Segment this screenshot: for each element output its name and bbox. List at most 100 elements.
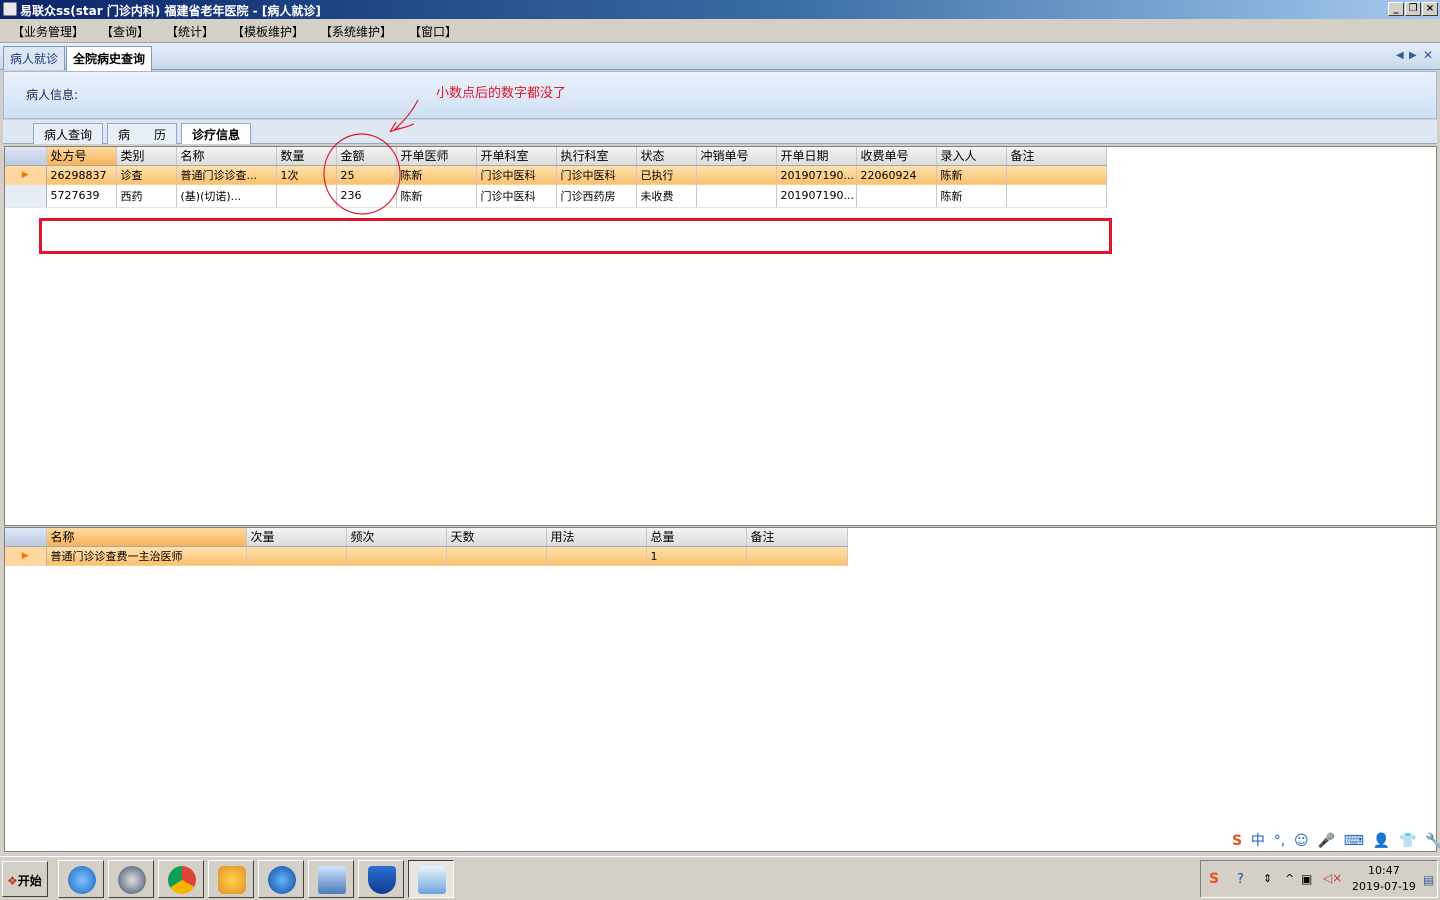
column-header[interactable]: 次量 <box>246 528 347 547</box>
table-cell[interactable] <box>856 185 937 208</box>
table-cell[interactable] <box>246 546 347 566</box>
app-taskbar-button[interactable] <box>208 860 254 898</box>
help-icon[interactable]: ? <box>1237 872 1244 887</box>
ie-taskbar-button[interactable] <box>58 860 104 898</box>
tab-hospital-history-query[interactable]: 全院病史查询 <box>66 46 153 71</box>
ime-keyboard-icon[interactable]: ⌨ <box>1344 833 1364 849</box>
sogou-tray-icon[interactable]: S <box>1209 871 1219 887</box>
annotation-circle-arrow <box>323 99 419 215</box>
restore-button[interactable]: ❐ <box>1405 2 1421 16</box>
ime-chinese-mode-icon[interactable]: 中 <box>1251 830 1265 850</box>
compass-taskbar-button[interactable] <box>108 860 154 898</box>
column-header[interactable]: 状态 <box>636 147 697 166</box>
table-cell[interactable] <box>1006 185 1107 208</box>
table-row[interactable]: ▶ 普通门诊诊查费一主治医师 1 <box>5 546 848 566</box>
orders-grid: 处方号 类别 名称 数量 金额 开单医师 开单科室 执行科室 状态 冲销单号 开… <box>5 147 1107 208</box>
menu-template-maintenance[interactable]: 【模板维护】 <box>232 23 304 40</box>
table-cell[interactable]: 5727639 <box>46 185 117 208</box>
scroll-right-icon[interactable]: ▶ <box>1409 50 1417 61</box>
grid-corner[interactable] <box>5 147 47 166</box>
table-cell[interactable]: 门诊中医科 <box>476 165 557 185</box>
table-cell[interactable]: 门诊中医科 <box>556 165 637 185</box>
table-cell[interactable]: 22060924 <box>856 165 937 185</box>
column-header[interactable]: 执行科室 <box>556 147 637 166</box>
table-cell[interactable] <box>346 546 447 566</box>
network-icon[interactable]: ▣ <box>1301 872 1312 886</box>
menu-statistics[interactable]: 【统计】 <box>166 23 214 40</box>
column-header[interactable]: 名称 <box>46 528 247 547</box>
start-button[interactable]: ❖开始 <box>2 861 48 897</box>
row-indicator-icon[interactable]: ▶ <box>5 546 47 566</box>
table-cell[interactable] <box>446 546 547 566</box>
column-header[interactable]: 开单日期 <box>776 147 857 166</box>
menu-system-maintenance[interactable]: 【系统维护】 <box>320 23 392 40</box>
table-cell[interactable] <box>696 165 777 185</box>
column-header[interactable]: 冲销单号 <box>696 147 777 166</box>
column-header[interactable]: 用法 <box>546 528 647 547</box>
row-indicator-icon[interactable]: ▶ <box>5 165 47 185</box>
table-cell[interactable]: 陈新 <box>936 185 1007 208</box>
close-button[interactable]: × <box>1422 2 1438 16</box>
column-header[interactable]: 备注 <box>746 528 848 547</box>
table-cell[interactable]: 1 <box>646 546 747 566</box>
scroll-left-icon[interactable]: ◀ <box>1396 50 1404 61</box>
ime-settings-icon[interactable]: 🔧 <box>1425 833 1440 849</box>
table-cell[interactable]: 普通门诊诊查... <box>176 165 277 185</box>
minimize-button[interactable]: _ <box>1388 2 1404 16</box>
sync-taskbar-button[interactable] <box>258 860 304 898</box>
table-cell[interactable]: 普通门诊诊查费一主治医师 <box>46 546 247 566</box>
ime-punctuation-icon[interactable]: °, <box>1274 833 1285 849</box>
taskbar: ❖开始 S ? ⇕ ^ ▣ ◁× ▤ <box>0 856 1440 900</box>
table-cell[interactable] <box>696 185 777 208</box>
show-desktop-icon[interactable]: ▤ <box>1423 873 1434 887</box>
row-indicator[interactable] <box>5 185 47 208</box>
table-row[interactable]: ▶ 26298837 诊查 普通门诊诊查... 1次 25 陈新 门诊中医科 门… <box>5 165 1107 185</box>
column-header[interactable]: 备注 <box>1006 147 1107 166</box>
sogou-logo-icon[interactable]: S <box>1232 833 1242 849</box>
tab-medical-record[interactable]: 病 历 <box>107 123 178 144</box>
table-cell[interactable]: 未收费 <box>636 185 697 208</box>
grid-corner[interactable] <box>5 528 47 547</box>
table-cell[interactable]: 西药 <box>116 185 177 208</box>
column-header[interactable]: 收费单号 <box>856 147 937 166</box>
volume-muted-icon[interactable]: ◁× <box>1323 871 1342 885</box>
column-header[interactable]: 名称 <box>176 147 277 166</box>
column-header[interactable]: 处方号 <box>46 147 117 166</box>
column-header[interactable]: 录入人 <box>936 147 1007 166</box>
column-header[interactable]: 频次 <box>346 528 447 547</box>
table-row[interactable]: 5727639 西药 (基)(切诺)... 236 陈新 门诊中医科 门诊西药房… <box>5 185 1107 208</box>
ime-user-icon[interactable]: 👤 <box>1373 833 1390 849</box>
table-cell[interactable]: 诊查 <box>116 165 177 185</box>
ime-skin-icon[interactable]: 👕 <box>1399 833 1416 849</box>
close-tab-icon[interactable]: ✕ <box>1423 48 1433 62</box>
control-panel-taskbar-button[interactable] <box>308 860 354 898</box>
menu-query[interactable]: 【查询】 <box>101 23 149 40</box>
table-cell[interactable]: 已执行 <box>636 165 697 185</box>
table-cell[interactable] <box>746 546 848 566</box>
table-cell[interactable]: 26298837 <box>46 165 117 185</box>
column-header[interactable]: 类别 <box>116 147 177 166</box>
ime-emoji-icon[interactable]: ☺ <box>1294 833 1309 849</box>
tab-patient-visit[interactable]: 病人就诊 <box>3 46 66 70</box>
menu-business[interactable]: 【业务管理】 <box>12 23 84 40</box>
expand-tray-icon[interactable]: ^ <box>1285 872 1294 885</box>
ime-voice-icon[interactable]: 🎤 <box>1317 833 1334 849</box>
menu-window[interactable]: 【窗口】 <box>409 23 457 40</box>
security-taskbar-button[interactable] <box>358 860 404 898</box>
table-cell[interactable] <box>1006 165 1107 185</box>
table-cell[interactable] <box>546 546 647 566</box>
table-cell[interactable]: 201907190... <box>776 165 857 185</box>
table-cell[interactable]: 201907190... <box>776 185 857 208</box>
table-cell[interactable]: 门诊中医科 <box>476 185 557 208</box>
tab-patient-query[interactable]: 病人查询 <box>33 123 104 144</box>
column-header[interactable]: 天数 <box>446 528 547 547</box>
table-cell[interactable]: 陈新 <box>936 165 1007 185</box>
column-header[interactable]: 开单科室 <box>476 147 557 166</box>
tray-arrow-icon[interactable]: ⇕ <box>1263 872 1272 885</box>
tab-treatment-info[interactable]: 诊疗信息 <box>181 123 252 144</box>
column-header[interactable]: 总量 <box>646 528 747 547</box>
table-cell[interactable]: (基)(切诺)... <box>176 185 277 208</box>
chrome-taskbar-button[interactable] <box>158 860 204 898</box>
table-cell[interactable]: 门诊西药房 <box>556 185 637 208</box>
his-taskbar-button[interactable] <box>408 860 454 898</box>
